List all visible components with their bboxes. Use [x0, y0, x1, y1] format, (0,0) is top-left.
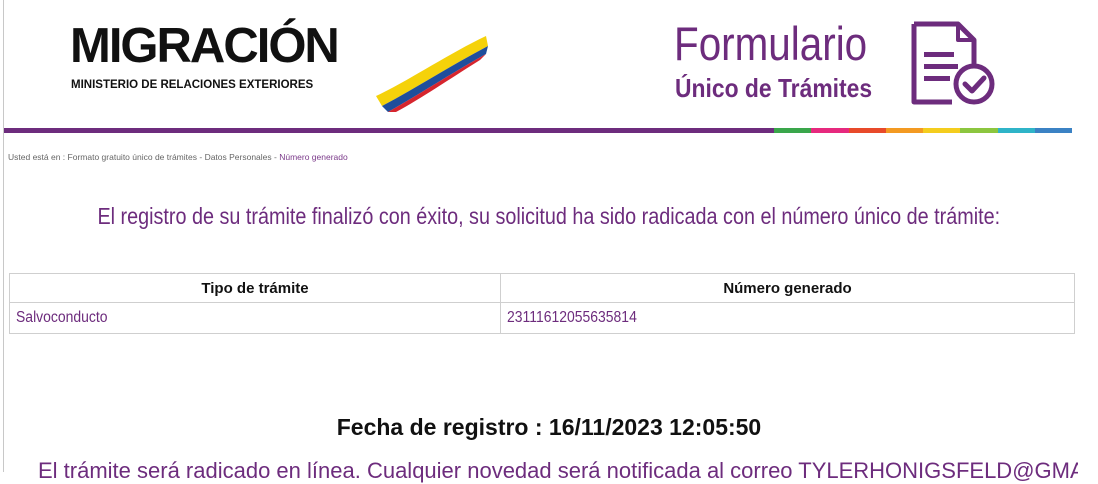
column-header-tipo: Tipo de trámite [9, 273, 501, 303]
success-message-text: El registro de su trámite finalizó con é… [97, 203, 1001, 229]
cell-tipo: Salvoconducto [9, 302, 501, 334]
breadcrumb-item-formato[interactable]: Formato gratuito único de trámites [68, 152, 197, 162]
breadcrumb-item-datos[interactable]: Datos Personales [205, 152, 272, 162]
breadcrumb-prefix: Usted está en : [8, 152, 68, 162]
formulario-logo-title: Formulario [674, 17, 868, 70]
formulario-unico-logo[interactable]: Formulario Único de Trámites [672, 20, 1002, 110]
cell-numero: 23111612055635814 [500, 302, 1075, 334]
colombia-flag-swoosh-icon [376, 36, 488, 112]
page-header: MIGRACIÓN MINISTERIO DE RELACIONES EXTER… [0, 0, 1098, 133]
migracion-logo[interactable]: MIGRACIÓN MINISTERIO DE RELACIONES EXTER… [70, 19, 488, 112]
header-color-bar [4, 128, 1072, 133]
breadcrumb-separator: - [197, 152, 205, 162]
table-header-row: Tipo de trámite Número generado [9, 273, 1075, 303]
column-header-numero: Número generado [500, 273, 1075, 303]
migracion-logo-text: MIGRACIÓN [70, 19, 340, 73]
fecha-registro: Fecha de registro : 16/11/2023 12:05:50 [0, 414, 1098, 441]
fecha-value: 16/11/2023 12:05:50 [548, 414, 762, 440]
breadcrumb-current: Número generado [279, 152, 348, 162]
email-notice: El trámite será radicado en línea. Cualq… [38, 458, 1078, 483]
success-message: El registro de su trámite finalizó con é… [0, 203, 1098, 230]
fecha-label: Fecha de registro : [336, 414, 549, 440]
formulario-logo-subtitle: Único de Trámites [675, 73, 873, 103]
document-check-icon [911, 21, 995, 105]
table-row: Salvoconducto 23111612055635814 [9, 302, 1075, 334]
breadcrumb: Usted está en : Formato gratuito único d… [8, 152, 348, 162]
migracion-logo-subtext: MINISTERIO DE RELACIONES EXTERIORES [71, 79, 314, 91]
result-table: Tipo de trámite Número generado Salvocon… [9, 273, 1075, 334]
